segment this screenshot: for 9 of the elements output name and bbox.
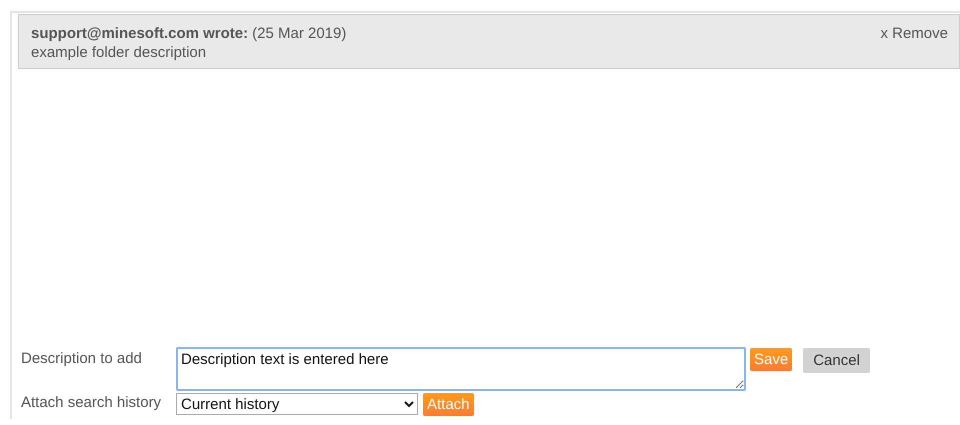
remove-link[interactable]: x Remove [880, 24, 948, 62]
history-label: Attach search history [20, 393, 162, 411]
description-label: Description to add [20, 349, 143, 367]
cancel-button[interactable]: Cancel [803, 348, 870, 373]
comment-date: (25 Mar 2019) [252, 25, 346, 42]
comment-author: support@minesoft.com wrote: [31, 25, 248, 42]
comment-text: example folder description [31, 43, 208, 62]
description-field[interactable]: Description text is entered here [176, 347, 746, 391]
history-dropdown[interactable]: Current history [176, 393, 418, 415]
